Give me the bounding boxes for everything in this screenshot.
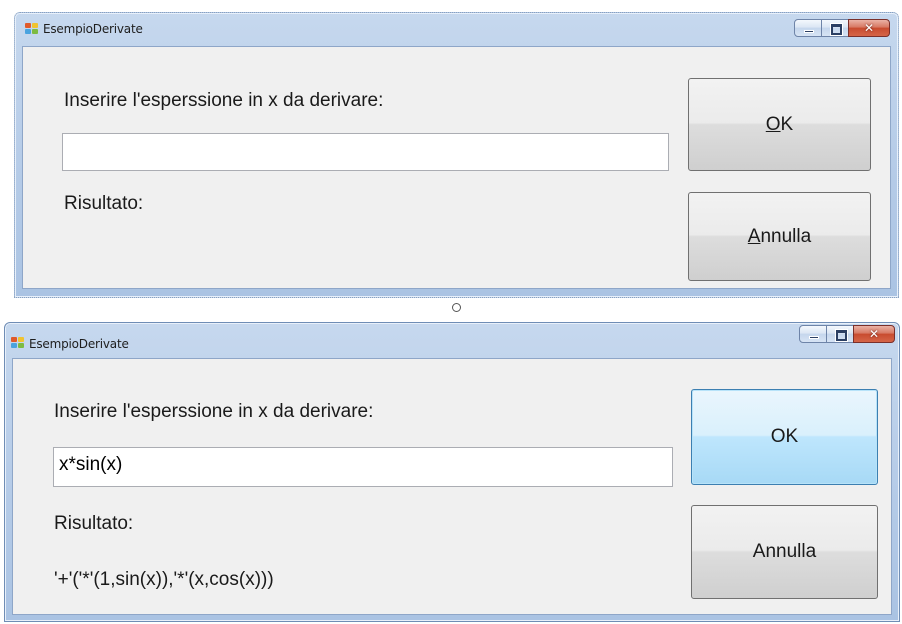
prompt-label: Inserire l'esperssione in x da derivare: [54, 401, 374, 422]
close-button[interactable]: ✕ [853, 325, 895, 343]
cancel-button[interactable]: Annulla [688, 192, 871, 281]
maximize-icon [831, 24, 842, 35]
expression-input[interactable] [62, 133, 669, 171]
close-button[interactable]: ✕ [848, 19, 890, 37]
minimize-button[interactable] [794, 19, 822, 37]
cancel-label-rest: nnulla [760, 225, 812, 247]
maximize-icon [836, 330, 847, 341]
result-label: Risultato: [64, 193, 144, 214]
form-client-area: Inserire l'esperssione in x da derivare:… [12, 358, 892, 615]
ok-mnemonic: O [765, 113, 781, 135]
result-value: '+'('*'(1,sin(x)),'*'(x,cos(x))) [54, 569, 274, 590]
form-window-running: EsempioDerivate ✕ Inserire l'esperssione… [4, 322, 900, 622]
expression-input[interactable]: x*sin(x) [53, 447, 673, 487]
minimize-icon [804, 30, 814, 33]
window-title: EsempioDerivate [43, 22, 143, 36]
form-client-area: Inserire l'esperssione in x da derivare:… [22, 46, 891, 289]
ok-label-rest: K [780, 113, 794, 135]
prompt-label: Inserire l'esperssione in x da derivare: [64, 90, 384, 111]
resize-handle[interactable] [452, 303, 461, 312]
app-icon [11, 337, 25, 349]
maximize-button[interactable] [826, 325, 854, 343]
form-window-design: EsempioDerivate ✕ Inserire l'esperssione… [14, 12, 899, 298]
ok-button[interactable]: OK [691, 389, 878, 485]
minimize-button[interactable] [799, 325, 827, 343]
cancel-mnemonic: A [747, 225, 761, 247]
close-icon: ✕ [863, 21, 875, 35]
title-bar[interactable]: EsempioDerivate ✕ [5, 323, 899, 355]
app-icon [25, 23, 39, 35]
minimize-icon [809, 336, 819, 339]
close-icon: ✕ [868, 327, 880, 341]
cancel-button[interactable]: Annulla [691, 505, 878, 599]
result-label: Risultato: [54, 513, 134, 534]
window-title: EsempioDerivate [29, 337, 129, 351]
title-bar[interactable]: EsempioDerivate ✕ [15, 13, 898, 45]
ok-button[interactable]: OK [688, 78, 871, 171]
maximize-button[interactable] [821, 19, 849, 37]
